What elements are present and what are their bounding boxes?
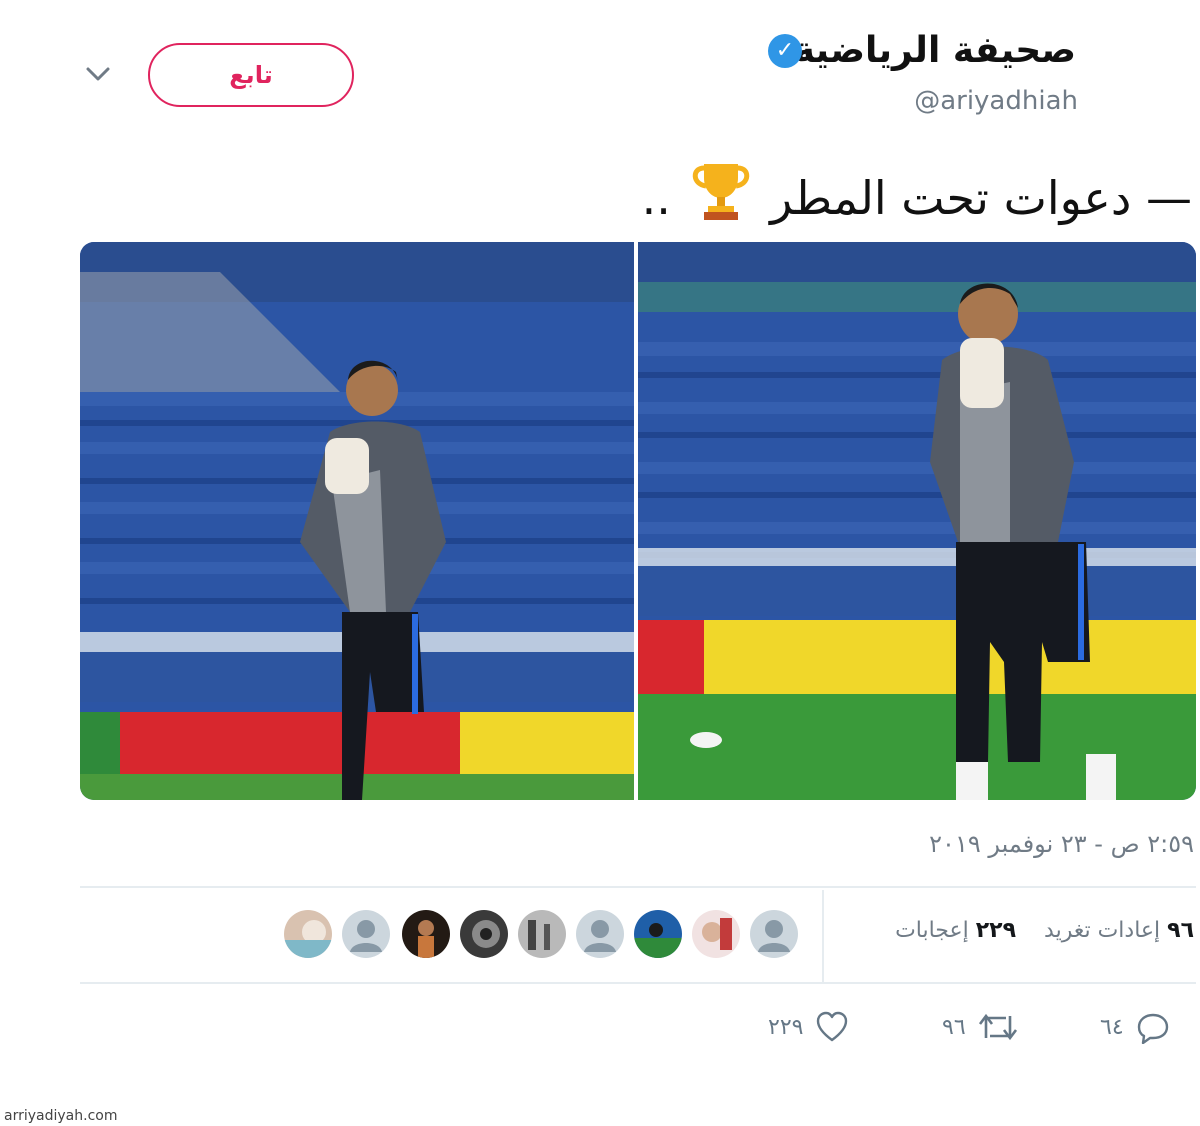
avatar[interactable]: [518, 910, 566, 958]
account-handle[interactable]: @ariyadhiah: [914, 86, 1078, 116]
tweet-photo-right[interactable]: [638, 242, 1196, 800]
reply-count: ٦٤: [1100, 1014, 1124, 1040]
retweets-label: إعادات تغريد: [1044, 918, 1161, 943]
stats-divider: [822, 890, 824, 982]
source-watermark: arriyadiyah.com: [4, 1108, 118, 1124]
divider: [80, 982, 1196, 984]
avatar[interactable]: [342, 910, 390, 958]
avatar[interactable]: [460, 910, 508, 958]
verified-badge-icon: ✓: [768, 34, 802, 68]
tweet-text-ellipsis: ..: [641, 171, 671, 225]
account-display-name[interactable]: صحيفة الرياضية: [794, 30, 1076, 71]
like-count: ٢٢٩: [768, 1014, 804, 1040]
likes-stat[interactable]: ٢٢٩ إعجابات: [895, 918, 1016, 943]
chevron-down-icon[interactable]: [84, 60, 112, 88]
avatar[interactable]: [692, 910, 740, 958]
tweet-stats: ٩٦ إعادات تغريد ٢٢٩ إعجابات: [895, 918, 1194, 943]
retweet-action[interactable]: ٩٦: [942, 1010, 1018, 1044]
trophy-icon: [692, 164, 749, 220]
avatar[interactable]: [576, 910, 624, 958]
follow-button[interactable]: تابع: [148, 43, 354, 107]
avatar[interactable]: [750, 910, 798, 958]
avatar[interactable]: [284, 910, 332, 958]
avatar[interactable]: [634, 910, 682, 958]
liker-avatars: [284, 910, 804, 960]
retweets-stat[interactable]: ٩٦ إعادات تغريد: [1037, 918, 1194, 943]
reply-icon: [1137, 1013, 1168, 1044]
tweet-photo-left[interactable]: [80, 242, 634, 800]
avatar[interactable]: [402, 910, 450, 958]
likes-count: ٢٢٩: [975, 918, 1017, 943]
tweet-text: — دعوات تحت المطر ..: [642, 160, 1192, 225]
retweet-icon: [978, 1013, 1017, 1041]
tweet-timestamp[interactable]: ٢:٥٩ ص - ٢٣ نوفمبر ٢٠١٩: [929, 830, 1194, 858]
like-action[interactable]: ٢٢٩: [768, 1010, 849, 1044]
heart-icon: [817, 1011, 848, 1042]
tweet-text-body: — دعوات تحت المطر: [770, 171, 1192, 225]
retweets-count: ٩٦: [1167, 918, 1194, 943]
divider: [80, 886, 1196, 888]
retweet-count: ٩٦: [942, 1014, 966, 1040]
likes-label: إعجابات: [895, 918, 969, 943]
reply-action[interactable]: ٦٤: [1100, 1010, 1170, 1044]
